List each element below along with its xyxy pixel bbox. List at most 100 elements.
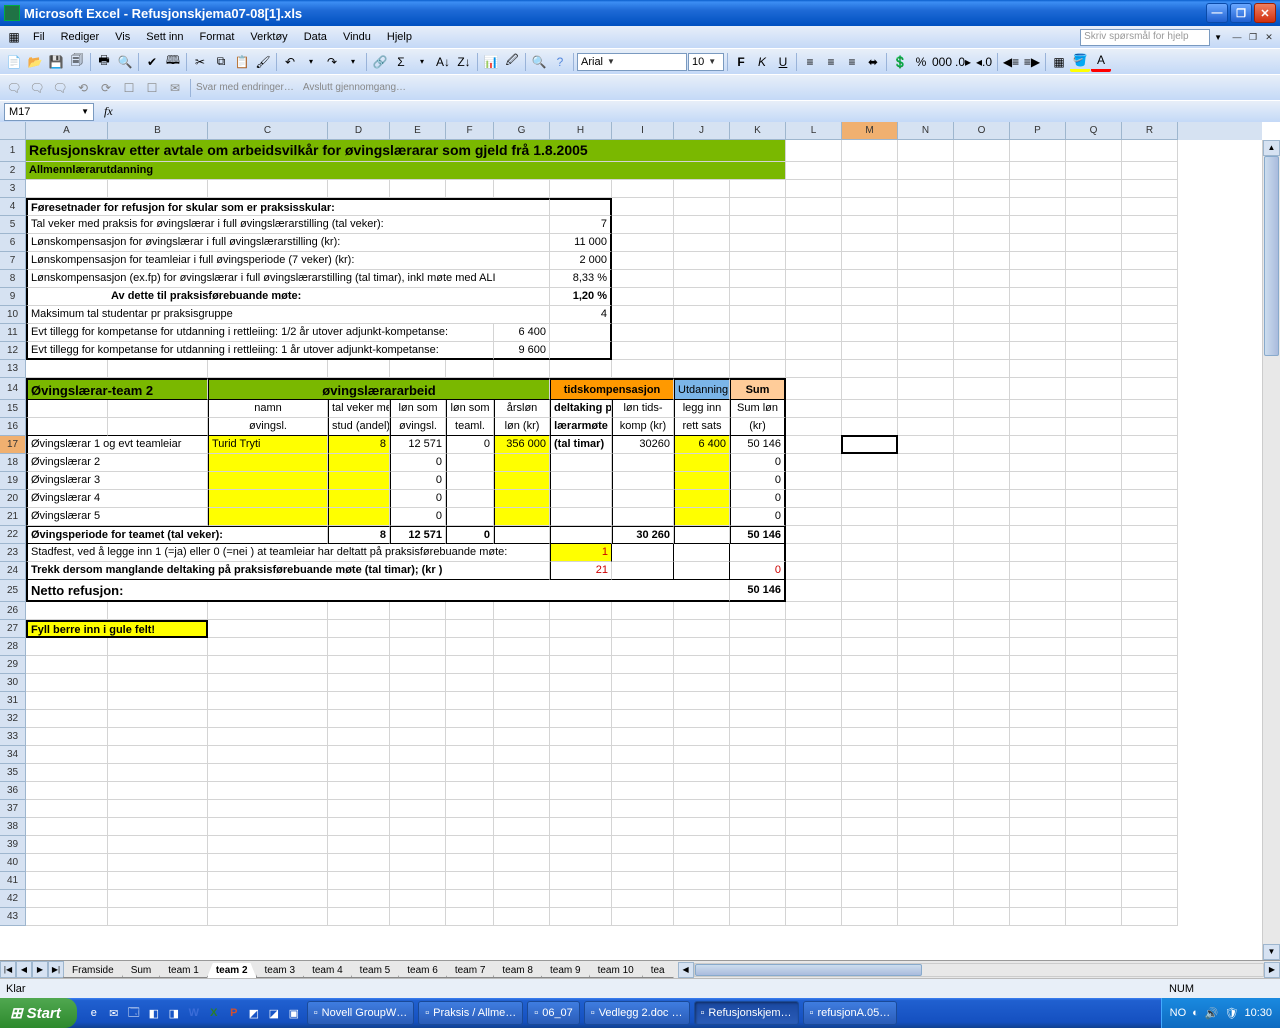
cell-F16[interactable]: teaml. — [446, 418, 494, 436]
cell-F26[interactable] — [446, 602, 494, 620]
row-header-28[interactable]: 28 — [0, 638, 26, 656]
cell-P36[interactable] — [1010, 782, 1066, 800]
cell-A22[interactable]: Øvingsperiode for teamet (tal veker): — [26, 526, 328, 544]
row-header-3[interactable]: 3 — [0, 180, 26, 198]
cell-M7[interactable] — [842, 252, 898, 270]
cell-P35[interactable] — [1010, 764, 1066, 782]
cell-R29[interactable] — [1122, 656, 1178, 674]
cell-P39[interactable] — [1010, 836, 1066, 854]
cell-O11[interactable] — [954, 324, 1010, 342]
cell-N36[interactable] — [898, 782, 954, 800]
cell-C27[interactable] — [208, 620, 328, 638]
cell-B36[interactable] — [108, 782, 208, 800]
cell-G40[interactable] — [494, 854, 550, 872]
dec-decimal-icon[interactable]: ◂.0 — [974, 52, 994, 72]
research-icon[interactable]: 🕮 — [163, 52, 183, 72]
cell-C39[interactable] — [208, 836, 328, 854]
cell-P2[interactable] — [1010, 162, 1066, 180]
cell-P13[interactable] — [1010, 360, 1066, 378]
cell-E16[interactable]: øvingsl. — [390, 418, 446, 436]
cell-N25[interactable] — [898, 580, 954, 602]
cell-K41[interactable] — [730, 872, 786, 890]
cell-K6[interactable] — [730, 234, 786, 252]
cell-N8[interactable] — [898, 270, 954, 288]
row-header-25[interactable]: 25 — [0, 580, 26, 602]
comma-icon[interactable]: 000 — [932, 52, 952, 72]
cell-J7[interactable] — [674, 252, 730, 270]
cell-I18[interactable] — [612, 454, 674, 472]
cell-L11[interactable] — [786, 324, 842, 342]
cell-L14[interactable] — [786, 378, 842, 400]
cell-O8[interactable] — [954, 270, 1010, 288]
cell-K36[interactable] — [730, 782, 786, 800]
cell-H27[interactable] — [550, 620, 612, 638]
tab-first-icon[interactable]: |◀ — [0, 961, 16, 978]
cell-R1[interactable] — [1122, 140, 1178, 162]
cell-Q2[interactable] — [1066, 162, 1122, 180]
cell-I43[interactable] — [612, 908, 674, 926]
cell-J43[interactable] — [674, 908, 730, 926]
cell-I26[interactable] — [612, 602, 674, 620]
taskbar-item[interactable]: ▫Vedlegg 2.doc … — [584, 1001, 690, 1025]
cell-L4[interactable] — [786, 198, 842, 216]
cell-E17[interactable]: 12 571 — [390, 436, 446, 454]
cell-M33[interactable] — [842, 728, 898, 746]
cell-K22[interactable]: 50 146 — [730, 526, 786, 544]
cell-N18[interactable] — [898, 454, 954, 472]
cell-R24[interactable] — [1122, 562, 1178, 580]
cell-R38[interactable] — [1122, 818, 1178, 836]
cell-C20[interactable] — [208, 490, 328, 508]
cell-C42[interactable] — [208, 890, 328, 908]
cell-M29[interactable] — [842, 656, 898, 674]
ql-app2-icon[interactable]: ◨ — [165, 1004, 183, 1022]
cell-J37[interactable] — [674, 800, 730, 818]
cell-N14[interactable] — [898, 378, 954, 400]
menu-window[interactable]: Vindu — [336, 29, 378, 45]
cell-P14[interactable] — [1010, 378, 1066, 400]
cell-A4[interactable]: Føresetnader for refusjon for skular som… — [26, 198, 550, 216]
cell-O6[interactable] — [954, 234, 1010, 252]
cell-K37[interactable] — [730, 800, 786, 818]
cell-J6[interactable] — [674, 234, 730, 252]
cell-F36[interactable] — [446, 782, 494, 800]
menu-edit[interactable]: Rediger — [54, 29, 107, 45]
cell-H35[interactable] — [550, 764, 612, 782]
horizontal-scrollbar[interactable]: ◀ ▶ — [678, 962, 1280, 978]
cell-G35[interactable] — [494, 764, 550, 782]
cell-O32[interactable] — [954, 710, 1010, 728]
cells-area[interactable]: Refusjonskrav etter avtale om arbeidsvil… — [26, 140, 1262, 960]
cell-M5[interactable] — [842, 216, 898, 234]
cell-K25[interactable]: 50 146 — [730, 580, 786, 602]
row-header-39[interactable]: 39 — [0, 836, 26, 854]
sheet-tab-team 5[interactable]: team 5 — [351, 963, 400, 978]
cell-N37[interactable] — [898, 800, 954, 818]
cell-J10[interactable] — [674, 306, 730, 324]
cell-J26[interactable] — [674, 602, 730, 620]
cell-C33[interactable] — [208, 728, 328, 746]
taskbar-item[interactable]: ▫refusjonA.05… — [803, 1001, 898, 1025]
cell-B28[interactable] — [108, 638, 208, 656]
cell-O36[interactable] — [954, 782, 1010, 800]
cell-M14[interactable] — [842, 378, 898, 400]
doc-restore-button[interactable]: ❐ — [1246, 30, 1260, 44]
cell-B31[interactable] — [108, 692, 208, 710]
cell-H13[interactable] — [550, 360, 612, 378]
cell-K31[interactable] — [730, 692, 786, 710]
cell-F38[interactable] — [446, 818, 494, 836]
cell-O26[interactable] — [954, 602, 1010, 620]
zoom-icon[interactable]: 🔍 — [529, 52, 549, 72]
cell-G27[interactable] — [494, 620, 550, 638]
cell-O29[interactable] — [954, 656, 1010, 674]
cell-A12[interactable]: Evt tillegg for kompetanse for utdanning… — [26, 342, 494, 360]
cell-A20[interactable]: Øvingslærar 4 — [26, 490, 208, 508]
cell-E36[interactable] — [390, 782, 446, 800]
spell-icon[interactable]: ✔ — [142, 52, 162, 72]
cell-J34[interactable] — [674, 746, 730, 764]
cell-N42[interactable] — [898, 890, 954, 908]
cell-N23[interactable] — [898, 544, 954, 562]
col-header-N[interactable]: N — [898, 122, 954, 140]
cell-N17[interactable] — [898, 436, 954, 454]
cell-Q43[interactable] — [1066, 908, 1122, 926]
scroll-up-icon[interactable]: ▲ — [1263, 140, 1280, 156]
cell-R40[interactable] — [1122, 854, 1178, 872]
